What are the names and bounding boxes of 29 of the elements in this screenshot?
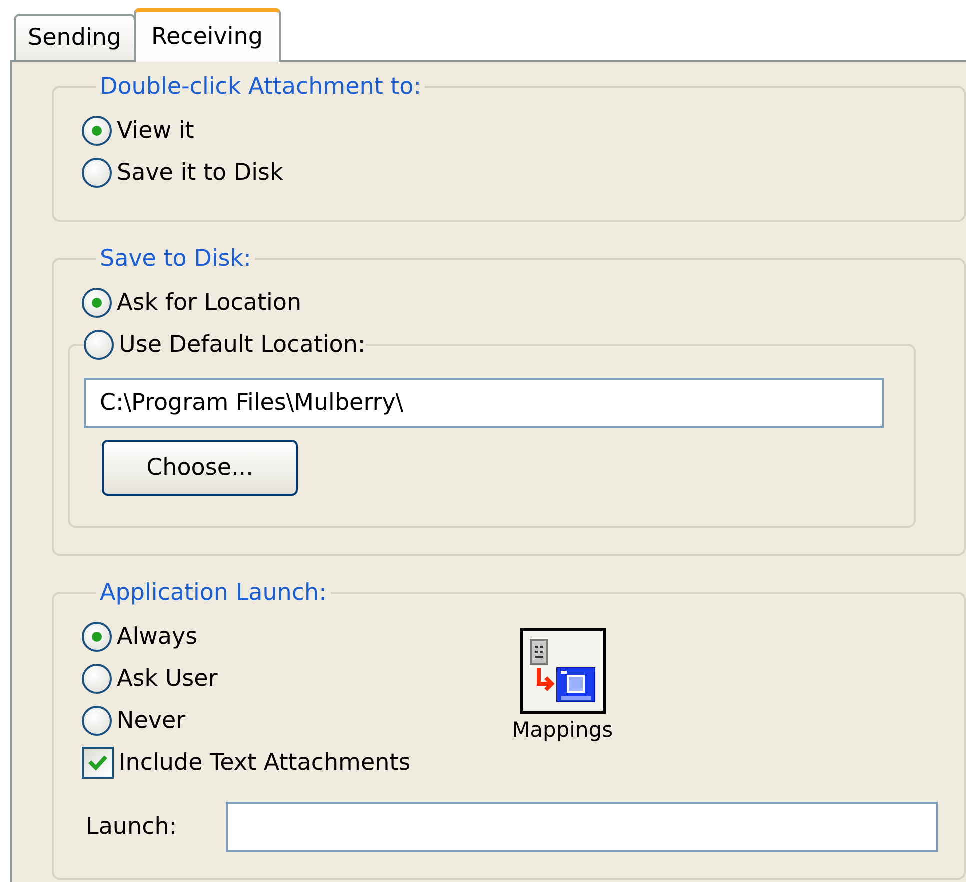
radio-label[interactable]: Never: [117, 706, 186, 736]
radio-label[interactable]: Save it to Disk: [117, 158, 284, 188]
mapping-icon: [528, 638, 597, 704]
mappings-button[interactable]: [520, 628, 606, 714]
radio-label[interactable]: Ask User: [117, 664, 218, 694]
mappings-label: Mappings: [512, 718, 614, 742]
radio-button[interactable]: [84, 330, 114, 360]
radio-label[interactable]: Use Default Location:: [119, 330, 366, 360]
radio-button[interactable]: [82, 158, 112, 188]
radio-label[interactable]: Always: [117, 622, 198, 652]
group-title: Double-click Attachment to:: [99, 73, 422, 102]
radio-button[interactable]: [82, 664, 112, 694]
launch-field[interactable]: [226, 802, 938, 852]
radio-label[interactable]: View it: [117, 116, 194, 146]
radio-button[interactable]: [82, 622, 112, 652]
radio-button[interactable]: [82, 116, 112, 146]
group-title: Save to Disk:: [99, 245, 252, 274]
tab[interactable]: Receiving: [134, 8, 281, 62]
radio-button[interactable]: [82, 706, 112, 736]
group-title: Application Launch:: [99, 579, 328, 608]
tab[interactable]: Sending: [14, 14, 136, 60]
radio-label[interactable]: Ask for Location: [117, 288, 302, 318]
checkbox-label[interactable]: Include Text Attachments: [119, 750, 411, 776]
launch-label: Launch:: [85, 814, 178, 840]
check-icon: [88, 754, 108, 772]
radio-button[interactable]: [82, 288, 112, 318]
checkbox[interactable]: [82, 747, 114, 779]
path-field[interactable]: C:\Program Files\Mulberry\: [84, 378, 884, 428]
choose-button[interactable]: Choose...: [102, 440, 298, 496]
